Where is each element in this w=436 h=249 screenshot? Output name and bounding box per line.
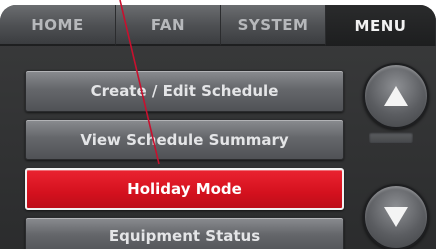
tab-system[interactable]: SYSTEM <box>221 5 326 46</box>
tab-bar: HOME FAN SYSTEM MENU <box>0 5 436 46</box>
scroll-up-button[interactable] <box>363 63 429 129</box>
tab-home[interactable]: HOME <box>0 5 116 46</box>
equipment-status-button[interactable]: Equipment Status <box>25 217 344 249</box>
create-edit-schedule-button[interactable]: Create / Edit Schedule <box>25 70 344 112</box>
thermostat-screen: HOME FAN SYSTEM MENU Create / Edit Sched… <box>0 5 436 249</box>
scroll-indicator <box>369 132 413 143</box>
tab-menu[interactable]: MENU <box>326 5 436 46</box>
tab-fan[interactable]: FAN <box>116 5 221 46</box>
scroll-down-button[interactable] <box>363 184 429 249</box>
arrow-down-icon <box>384 207 408 227</box>
view-schedule-summary-button[interactable]: View Schedule Summary <box>25 119 344 160</box>
arrow-up-icon <box>384 86 408 106</box>
holiday-mode-button[interactable]: Holiday Mode <box>25 168 344 210</box>
